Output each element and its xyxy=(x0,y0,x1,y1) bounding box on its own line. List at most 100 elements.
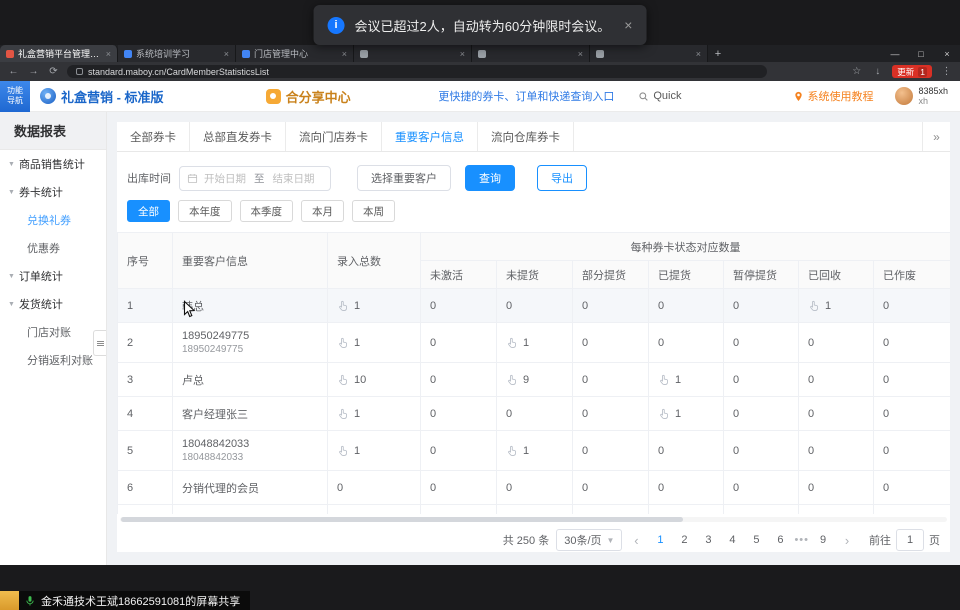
address-bar-actions: ☆ ↓ 更新 1 ⋮ xyxy=(850,65,953,78)
table-row[interactable]: 1韩总10000010 xyxy=(118,289,951,323)
content-tab[interactable]: 流向仓库券卡 xyxy=(478,122,574,151)
table-row[interactable]: 2189502497751895024977510100000 xyxy=(118,323,951,363)
sidebar-item[interactable]: ▼发货统计 xyxy=(0,290,106,318)
horizontal-scrollbar[interactable] xyxy=(120,517,947,522)
cell-value[interactable]: 1 xyxy=(354,408,360,420)
cell-value[interactable]: 1 xyxy=(354,300,360,312)
function-nav-button[interactable]: 功能 导航 xyxy=(0,81,30,112)
reload-icon[interactable]: ⟳ xyxy=(47,66,60,77)
page-ellipsis[interactable]: ••• xyxy=(794,534,809,546)
content-tab[interactable]: 总部直发券卡 xyxy=(190,122,286,151)
quick-range-button[interactable]: 全部 xyxy=(127,200,170,222)
prev-page-icon[interactable]: ‹ xyxy=(629,533,643,548)
quick-range-button[interactable]: 本周 xyxy=(352,200,395,222)
sidebar-item[interactable]: ▼券卡统计 xyxy=(0,178,106,206)
browser-update-button[interactable]: 更新 1 xyxy=(892,65,932,78)
app-body: 数据报表 ▼商品销售统计▼券卡统计兑换礼券优惠券▼订单统计▼发货统计门店对账分销… xyxy=(0,112,960,565)
browser-menu-icon[interactable]: ⋮ xyxy=(940,66,953,77)
row-index: 1 xyxy=(118,289,173,323)
content-tab[interactable]: 重要客户信息 xyxy=(382,122,478,151)
sidebar-item[interactable]: ▼订单统计 xyxy=(0,262,106,290)
sidebar-item[interactable]: 优惠券 xyxy=(0,234,106,262)
search-button[interactable]: 查询 xyxy=(465,165,515,191)
tab-close-icon[interactable]: × xyxy=(342,49,347,59)
page-size-select[interactable]: 30条/页 ▼ xyxy=(556,529,622,551)
goto-page-input[interactable] xyxy=(896,529,924,551)
quick-range-button[interactable]: 本年度 xyxy=(178,200,232,222)
sidebar-item[interactable]: 门店对账 xyxy=(0,318,106,346)
meeting-toast: i 会议已超过2人，自动转为60分钟限时会议。 × xyxy=(314,5,647,45)
cell-value[interactable]: 1 xyxy=(675,408,681,420)
page-number[interactable]: 3 xyxy=(698,529,718,551)
table-row[interactable]: 3卢总100901000 xyxy=(118,363,951,397)
scrollbar-thumb[interactable] xyxy=(121,517,683,522)
quick-range-button[interactable]: 本季度 xyxy=(240,200,294,222)
tab-close-icon[interactable]: × xyxy=(106,49,111,59)
export-button[interactable]: 导出 xyxy=(537,165,587,191)
caret-icon: ▼ xyxy=(8,189,15,196)
cell-value[interactable]: 1 xyxy=(675,374,681,386)
table-row[interactable]: 6分销代理的会员00000000 xyxy=(118,471,951,505)
quick-entry-link[interactable]: 更快捷的券卡、订单和快递查询入口 xyxy=(438,88,614,104)
page-number[interactable]: 5 xyxy=(746,529,766,551)
browser-tab[interactable]: 门店管理中心× xyxy=(236,45,354,62)
bookmark-star-icon[interactable]: ☆ xyxy=(850,66,863,77)
table-row[interactable]: 4客户经理张三10001000 xyxy=(118,397,951,431)
tutorial-link[interactable]: 系统使用教程 xyxy=(793,88,873,104)
tab-close-icon[interactable]: × xyxy=(460,49,465,59)
page-number[interactable]: 2 xyxy=(674,529,694,551)
url-bar[interactable]: standard.maboy.cn/CardMemberStatisticsLi… xyxy=(67,65,767,78)
tab-close-icon[interactable]: × xyxy=(578,49,583,59)
cell-value[interactable]: 1 xyxy=(523,337,529,349)
cell-value[interactable]: 10 xyxy=(354,374,366,386)
next-page-icon[interactable]: › xyxy=(840,533,854,548)
table-row[interactable]: 5180488420331804884203310100000 xyxy=(118,431,951,471)
content-tab[interactable]: 流向门店券卡 xyxy=(286,122,382,151)
tabs-more-icon[interactable]: » xyxy=(922,122,950,151)
close-button[interactable]: × xyxy=(934,45,960,62)
forward-icon[interactable]: → xyxy=(27,66,40,77)
user-menu[interactable]: 8385xh xh xyxy=(895,86,948,107)
browser-tab[interactable]: 系统培训学习× xyxy=(118,45,236,62)
status-cell: 0 xyxy=(724,431,799,471)
browser-address-bar: ← → ⟳ standard.maboy.cn/CardMemberStatis… xyxy=(0,62,960,81)
sharer-avatar xyxy=(0,591,19,610)
minimize-button[interactable]: — xyxy=(882,45,908,62)
tutorial-label: 系统使用教程 xyxy=(807,88,873,104)
sidebar-item[interactable]: ▼商品销售统计 xyxy=(0,150,106,178)
sidebar-item[interactable]: 分销返利对账 xyxy=(0,346,106,374)
status-cell: 0 xyxy=(573,431,649,471)
table-row[interactable]: 7唐总2001801000 xyxy=(118,505,951,515)
maximize-button[interactable]: □ xyxy=(908,45,934,62)
url-text: standard.maboy.cn/CardMemberStatisticsLi… xyxy=(88,67,269,77)
browser-tab[interactable]: × xyxy=(590,45,708,62)
download-icon[interactable]: ↓ xyxy=(871,66,884,77)
cell-value[interactable]: 1 xyxy=(354,445,360,457)
quick-range-button[interactable]: 本月 xyxy=(301,200,344,222)
browser-tab[interactable]: × xyxy=(354,45,472,62)
cell-value[interactable]: 1 xyxy=(354,337,360,349)
share-center-link[interactable]: 合分享中心 xyxy=(266,87,351,106)
page-number[interactable]: 6 xyxy=(770,529,790,551)
page-number[interactable]: 9 xyxy=(813,529,833,551)
select-customer-button[interactable]: 选择重要客户 xyxy=(357,165,451,191)
cell-value[interactable]: 9 xyxy=(523,374,529,386)
quick-search-button[interactable]: Quick xyxy=(638,90,681,102)
back-icon[interactable]: ← xyxy=(7,66,20,77)
page-number[interactable]: 1 xyxy=(650,529,670,551)
toast-close-icon[interactable]: × xyxy=(624,17,632,33)
page-number[interactable]: 4 xyxy=(722,529,742,551)
cell-value[interactable]: 1 xyxy=(825,300,831,312)
browser-tab[interactable]: 礼盒营销平台管理中心× xyxy=(0,45,118,62)
cell-value[interactable]: 1 xyxy=(523,445,529,457)
browser-tab[interactable]: × xyxy=(472,45,590,62)
sidebar-item[interactable]: 兑换礼券 xyxy=(0,206,106,234)
content-tab[interactable]: 全部券卡 xyxy=(117,122,190,151)
cell-value: 0 xyxy=(582,374,588,386)
new-tab-button[interactable]: + xyxy=(708,45,728,62)
tab-close-icon[interactable]: × xyxy=(696,49,701,59)
date-range-picker[interactable]: 开始日期 至 结束日期 xyxy=(179,166,331,191)
sidebar-item-label: 分销返利对账 xyxy=(27,352,93,368)
tab-close-icon[interactable]: × xyxy=(224,49,229,59)
sidebar-collapse-handle[interactable] xyxy=(93,330,106,356)
